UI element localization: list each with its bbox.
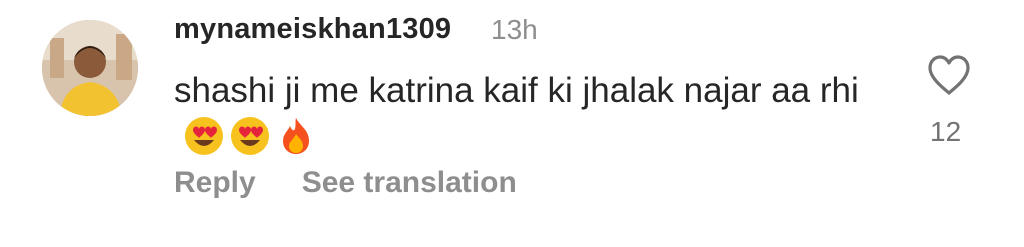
- comment-text: shashi ji me katrina kaif ki jhalak naja…: [174, 71, 859, 110]
- comment-item: mynameiskhan1309 13h shashi ji me katrin…: [0, 0, 1024, 247]
- heart-eyes-emoji: [184, 116, 224, 156]
- comment-username[interactable]: mynameiskhan1309: [174, 13, 451, 46]
- comment-actions: Reply See translation: [174, 166, 517, 200]
- fire-emoji: [276, 116, 316, 156]
- comment-timestamp: 13h: [491, 14, 538, 45]
- reply-button[interactable]: Reply: [174, 166, 256, 200]
- heart-outline-icon: [928, 55, 970, 95]
- avatar-image: [42, 20, 138, 116]
- like-button[interactable]: [926, 54, 972, 101]
- heart-eyes-emoji: [230, 116, 270, 156]
- emoji-group: [184, 116, 316, 156]
- like-count: 12: [930, 116, 962, 147]
- avatar[interactable]: [42, 20, 138, 116]
- see-translation-button[interactable]: See translation: [302, 166, 517, 200]
- comment-text-container: shashi ji me katrina kaif ki jhalak naja…: [174, 68, 874, 160]
